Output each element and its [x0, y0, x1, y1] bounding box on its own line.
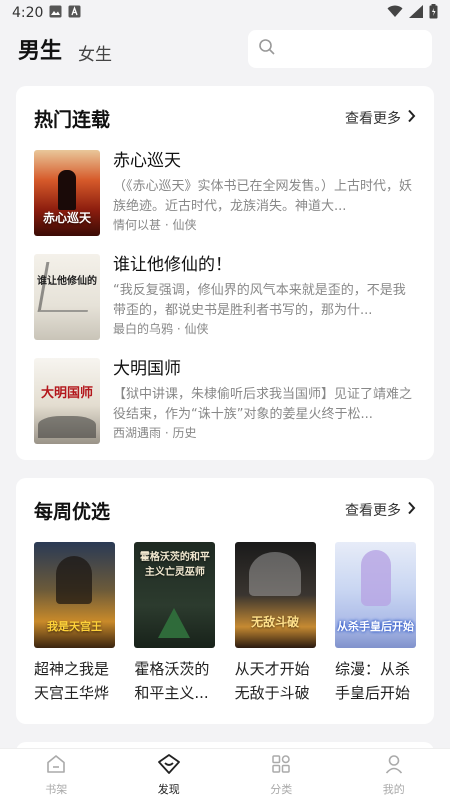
nav-discover[interactable]: 发现	[113, 749, 226, 800]
book-cover: 无敌斗破	[234, 542, 316, 648]
cover-title-text: 赤心巡天	[42, 211, 91, 225]
cover-title-text: 霍格沃茨的和平主义亡灵巫师	[139, 552, 210, 578]
book-grid-item[interactable]: 我是天宫王 超神之我是天宫王华烨	[34, 542, 115, 705]
view-more-label: 查看更多	[345, 111, 401, 127]
category-icon	[270, 753, 292, 779]
bottom-nav: 书架 发现 分类 我的	[0, 748, 450, 800]
book-title: 赤心巡天	[113, 151, 181, 171]
nav-label: 发现	[157, 782, 180, 796]
search-box[interactable]	[248, 30, 432, 68]
status-bar: 4:20	[0, 0, 450, 26]
book-list-item[interactable]: 大明国师 大明国师 【狱中讲课，朱棣偷听后求我当国师】见证了靖难之役结束，作为“…	[34, 358, 416, 462]
view-more-button[interactable]: 查看更多	[345, 108, 416, 128]
book-list-item[interactable]: 赤心巡天 赤心巡天 （《赤心巡天》实体书已在全网发售。）上古时代，妖族绝迹。近古…	[34, 150, 416, 254]
chevron-right-icon	[407, 501, 416, 519]
search-icon	[258, 38, 276, 60]
book-grid-item[interactable]: 无敌斗破 从天才开始无敌于斗破	[234, 542, 316, 705]
book-cover: 大明国师	[34, 358, 100, 444]
cover-title-text: 大明国师	[40, 386, 93, 401]
book-title: 大明国师	[113, 359, 181, 379]
tab-female[interactable]: 女生	[78, 40, 112, 65]
book-description: “我反复强调，修仙界的风气本来就是歪的，不是我带歪的，都说史书是胜利者书写的，那…	[113, 283, 406, 318]
status-time: 4:20	[12, 5, 44, 21]
book-meta: 最白的乌鸦 · 仙侠	[113, 322, 209, 336]
book-title: 谁让他修仙的！	[113, 255, 232, 275]
nav-category[interactable]: 分类	[225, 749, 338, 800]
book-title: 从天才开始无敌于斗破	[234, 660, 310, 702]
book-description: （《赤心巡天》实体书已在全网发售。）上古时代，妖族绝迹。近古时代，龙族消失。神道…	[113, 179, 413, 214]
gallery-notification-icon	[49, 5, 62, 22]
nav-profile[interactable]: 我的	[338, 749, 450, 800]
tab-male[interactable]: 男生	[18, 33, 62, 65]
book-grid-item[interactable]: 从杀手皇后开始 综漫：从杀手皇后开始	[334, 542, 416, 705]
book-title: 综漫：从杀手皇后开始	[334, 660, 410, 702]
book-meta: 西湖遇雨 · 历史	[113, 426, 197, 440]
book-list-item[interactable]: 谁让他修仙的 谁让他修仙的！ “我反复强调，修仙界的风气本来就是歪的，不是我带歪…	[34, 254, 416, 358]
book-grid-item[interactable]: 霍格沃茨的和平主义亡灵巫师 霍格沃茨的和平主义...	[134, 542, 216, 705]
book-cover: 赤心巡天	[34, 150, 100, 236]
view-more-label: 查看更多	[345, 503, 401, 519]
profile-icon	[383, 753, 405, 779]
book-cover: 我是天宫王	[34, 542, 115, 648]
nav-label: 我的	[382, 782, 405, 796]
app-notification-icon	[68, 5, 81, 22]
signal-icon	[409, 4, 423, 22]
book-title: 霍格沃茨的和平主义...	[134, 660, 210, 702]
section-title: 每周优选	[34, 500, 111, 523]
battery-icon	[429, 3, 438, 23]
weekly-picks-section: 每周优选 查看更多 我是天宫王 超神之我是天宫王华烨 霍格沃茨的和平主义亡灵巫师…	[16, 478, 434, 724]
book-cover: 霍格沃茨的和平主义亡灵巫师	[134, 542, 216, 648]
nav-label: 书架	[45, 782, 68, 796]
discover-icon	[157, 753, 181, 779]
section-title: 热门连载	[34, 108, 111, 131]
cover-title-text: 从杀手皇后开始	[336, 620, 414, 633]
book-cover: 谁让他修仙的	[34, 254, 100, 340]
wifi-icon	[387, 5, 403, 22]
book-description: 【狱中讲课，朱棣偷听后求我当国师】见证了靖难之役结束，作为“诛十族”对象的姜星火…	[113, 387, 413, 422]
view-more-button[interactable]: 查看更多	[345, 500, 416, 520]
hot-serial-section: 热门连载 查看更多 赤心巡天 赤心巡天 （《赤心巡天》实体书已在全网发售。）上古…	[16, 86, 434, 460]
chevron-right-icon	[407, 109, 416, 127]
book-meta: 情何以甚 · 仙侠	[113, 218, 197, 232]
cover-title-text: 谁让他修仙的	[37, 276, 97, 287]
cover-title-text: 无敌斗破	[251, 615, 300, 629]
cover-title-text: 我是天宫王	[47, 620, 102, 633]
nav-label: 分类	[270, 782, 293, 796]
nav-bookshelf[interactable]: 书架	[0, 749, 113, 800]
home-icon	[45, 753, 67, 779]
book-title: 超神之我是天宫王华烨	[34, 660, 110, 702]
top-header: 男生 女生	[0, 26, 450, 72]
book-cover: 从杀手皇后开始	[334, 542, 416, 648]
